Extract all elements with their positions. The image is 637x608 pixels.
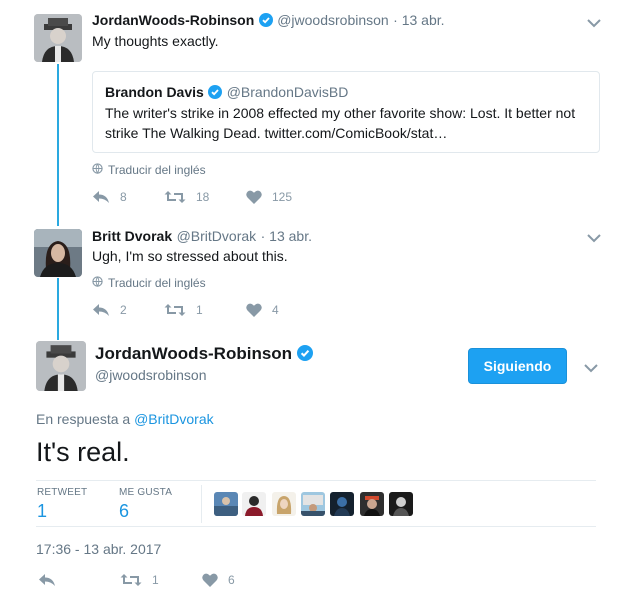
like-count: 6: [228, 573, 235, 587]
tweet-date[interactable]: · 13 abr.: [393, 12, 444, 28]
verified-icon: [208, 85, 223, 104]
reply-button[interactable]: 2: [92, 303, 164, 317]
reply-prefix: En respuesta a: [36, 411, 131, 427]
liker-avatar[interactable]: [330, 492, 354, 516]
reply-button[interactable]: 8: [92, 190, 164, 204]
author-handle[interactable]: @jwoodsrobinson: [277, 12, 389, 28]
heart-icon: [246, 303, 262, 317]
author-name[interactable]: Britt Dvorak: [92, 228, 172, 244]
author-name[interactable]: JordanWoods-Robinson: [92, 12, 254, 28]
thread-line-1: [57, 64, 59, 226]
quote-text-line-2: strike The Walking Dead. twitter.com/Com…: [105, 125, 448, 141]
main-tweet-actions: 1 6: [38, 573, 235, 587]
liker-avatar[interactable]: [272, 492, 296, 516]
avatar[interactable]: [34, 229, 82, 277]
tweet-header: JordanWoods-Robinson @jwoodsrobinson · 1…: [92, 12, 445, 32]
retweet-button[interactable]: 1: [164, 303, 246, 317]
reply-count: 2: [120, 303, 127, 317]
retweet-icon: [120, 573, 142, 587]
tweet-actions: 2 1 4: [92, 303, 279, 317]
author-handle[interactable]: @BritDvorak: [177, 228, 257, 244]
following-button[interactable]: Siguiendo: [468, 348, 567, 384]
reply-icon: [92, 190, 110, 204]
tweet-date[interactable]: · 13 abr.: [261, 228, 312, 244]
liker-avatar[interactable]: [301, 492, 325, 516]
likes-stat-value[interactable]: 6: [119, 501, 129, 522]
thread-line-2: [57, 278, 59, 340]
translate-label: Traducir del inglés: [108, 276, 206, 290]
quoted-tweet[interactable]: Brandon Davis @BrandonDavisBD The writer…: [92, 71, 600, 153]
quote-header: Brandon Davis @BrandonDavisBD: [105, 84, 348, 104]
retweet-count: 18: [196, 190, 210, 204]
quote-author-name: Brandon Davis: [105, 84, 204, 100]
like-count: 4: [272, 303, 279, 317]
chevron-down-icon[interactable]: [584, 360, 598, 373]
like-button[interactable]: 6: [202, 573, 235, 587]
translate-label: Traducir del inglés: [108, 163, 206, 177]
tweet-actions: 8 18 125: [92, 190, 292, 204]
like-count: 125: [272, 190, 293, 204]
stats-bar: RETWEET 1 ME GUSTA 6: [36, 480, 596, 527]
liker-avatar[interactable]: [360, 492, 384, 516]
avatar[interactable]: [34, 14, 82, 62]
main-author: JordanWoods-Robinson: [95, 344, 313, 366]
tweet-timestamp[interactable]: 17:36 - 13 abr. 2017: [36, 541, 161, 557]
tweet-text: Ugh, I'm so stressed about this.: [92, 248, 288, 264]
retweet-icon: [164, 190, 186, 204]
retweet-count: 1: [196, 303, 203, 317]
reply-context: En respuesta a @BritDvorak: [36, 411, 214, 427]
heart-icon: [202, 573, 218, 587]
like-button[interactable]: 125: [246, 190, 292, 204]
translate-link[interactable]: Traducir del inglés: [92, 276, 206, 290]
liker-avatar[interactable]: [214, 492, 238, 516]
liker-avatar[interactable]: [242, 492, 266, 516]
reply-to-link[interactable]: @BritDvorak: [134, 411, 214, 427]
liker-avatar[interactable]: [389, 492, 413, 516]
quote-text-line-1: The writer's strike in 2008 effected my …: [105, 105, 576, 121]
reply-button[interactable]: [38, 573, 120, 587]
verified-icon: [258, 13, 273, 32]
reply-icon: [92, 303, 110, 317]
avatar[interactable]: [36, 341, 86, 391]
verified-icon: [296, 345, 313, 366]
author-handle[interactable]: @jwoodsrobinson: [95, 367, 207, 383]
retweet-button[interactable]: 18: [164, 190, 246, 204]
reply-icon: [38, 573, 56, 587]
tweet-header: Britt Dvorak @BritDvorak · 13 abr.: [92, 228, 312, 246]
quote-author-handle: @BrandonDavisBD: [226, 84, 349, 100]
likes-stat-label: ME GUSTA: [119, 487, 173, 498]
retweet-button[interactable]: 1: [120, 573, 202, 587]
retweet-stat-label: RETWEET: [37, 487, 88, 498]
stats-divider: [201, 485, 202, 523]
tweet-text: My thoughts exactly.: [92, 33, 219, 49]
globe-icon: [92, 276, 103, 290]
chevron-down-icon[interactable]: [587, 15, 601, 28]
retweet-stat-value[interactable]: 1: [37, 501, 47, 522]
reply-count: 8: [120, 190, 127, 204]
author-name[interactable]: JordanWoods-Robinson: [95, 344, 292, 363]
chevron-down-icon[interactable]: [587, 230, 601, 243]
retweet-icon: [164, 303, 186, 317]
retweet-count: 1: [152, 573, 159, 587]
main-tweet-text: It's real.: [36, 437, 130, 467]
heart-icon: [246, 190, 262, 204]
translate-link[interactable]: Traducir del inglés: [92, 163, 206, 177]
globe-icon: [92, 163, 103, 177]
like-button[interactable]: 4: [246, 303, 279, 317]
